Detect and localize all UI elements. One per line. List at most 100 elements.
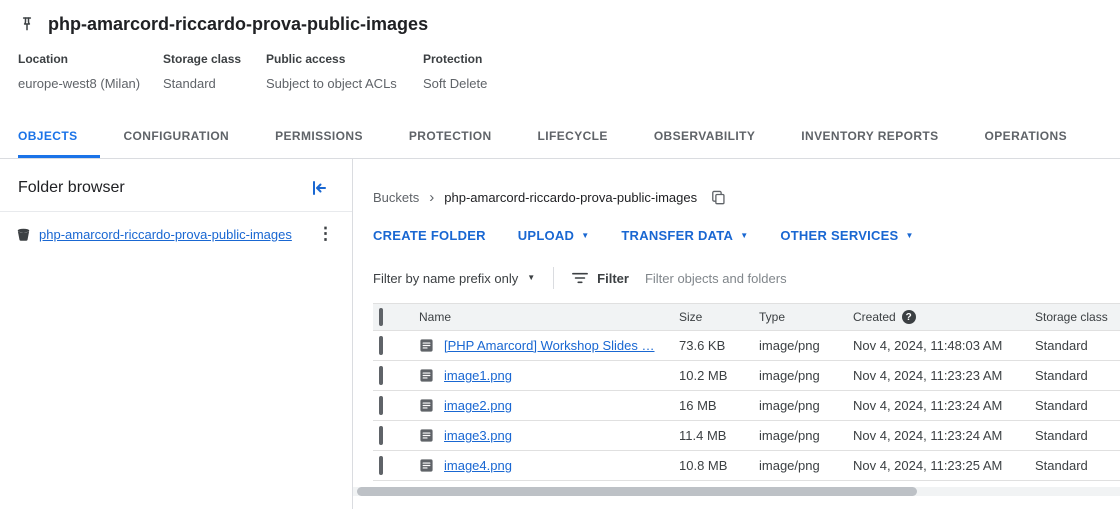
tab-protection[interactable]: PROTECTION <box>386 117 515 158</box>
other-services-label: OTHER SERVICES <box>780 228 898 243</box>
objects-panel: Buckets › php-amarcord-riccardo-prova-pu… <box>353 159 1120 509</box>
select-all-checkbox[interactable] <box>379 308 383 326</box>
breadcrumb: Buckets › php-amarcord-riccardo-prova-pu… <box>373 189 1120 206</box>
object-link[interactable]: [PHP Amarcord] Workshop Slides … <box>444 338 655 353</box>
tab-operations[interactable]: OPERATIONS <box>962 117 1090 158</box>
meta-label: Location <box>18 52 163 66</box>
folder-browser-panel: Folder browser php-amarcor <box>0 159 353 509</box>
column-header-storage-class: Storage class <box>1035 310 1120 324</box>
bucket-details-page: php-amarcord-riccardo-prova-public-image… <box>0 0 1120 509</box>
meta-value: Soft Delete <box>423 76 487 91</box>
bucket-header: php-amarcord-riccardo-prova-public-image… <box>0 0 1120 117</box>
meta-value: europe-west8 (Milan) <box>18 76 163 91</box>
tab-bar: OBJECTS CONFIGURATION PERMISSIONS PROTEC… <box>0 117 1120 159</box>
transfer-data-button[interactable]: TRANSFER DATA ▼ <box>621 228 748 243</box>
transfer-data-label: TRANSFER DATA <box>621 228 733 243</box>
breadcrumb-current: php-amarcord-riccardo-prova-public-image… <box>444 190 697 205</box>
table-row: image2.png 16 MB image/png Nov 4, 2024, … <box>373 391 1120 421</box>
create-folder-label: CREATE FOLDER <box>373 228 486 243</box>
object-link[interactable]: image1.png <box>444 368 512 383</box>
bucket-icon <box>16 227 31 242</box>
horizontal-scrollbar[interactable] <box>353 487 1120 496</box>
filter-scope-dropdown[interactable]: Filter by name prefix only ▼ <box>373 271 535 286</box>
tab-configuration[interactable]: CONFIGURATION <box>100 117 252 158</box>
tab-observability[interactable]: OBSERVABILITY <box>631 117 778 158</box>
object-created: Nov 4, 2024, 11:23:23 AM <box>853 368 1035 383</box>
table-row: image3.png 11.4 MB image/png Nov 4, 2024… <box>373 421 1120 451</box>
table-header-row: Name Size Type Created ? Storage class <box>373 303 1120 331</box>
object-size: 11.4 MB <box>679 428 759 443</box>
horizontal-scrollbar-thumb[interactable] <box>357 487 917 496</box>
upload-button[interactable]: UPLOAD ▼ <box>518 228 590 243</box>
object-file-icon <box>419 398 434 413</box>
row-checkbox[interactable] <box>379 456 383 475</box>
object-created: Nov 4, 2024, 11:23:24 AM <box>853 428 1035 443</box>
object-storage-class: Standard <box>1035 338 1120 353</box>
content-area: Folder browser php-amarcor <box>0 159 1120 509</box>
object-link[interactable]: image3.png <box>444 428 512 443</box>
object-file-icon <box>419 428 434 443</box>
vertical-divider <box>553 267 554 289</box>
column-header-size: Size <box>679 310 759 324</box>
object-storage-class: Standard <box>1035 428 1120 443</box>
object-storage-class: Standard <box>1035 398 1120 413</box>
chevron-down-icon: ▼ <box>527 274 535 282</box>
meta-public-access: Public access Subject to object ACLs <box>266 52 423 91</box>
object-size: 73.6 KB <box>679 338 759 353</box>
chevron-down-icon: ▼ <box>740 232 748 240</box>
table-row: image4.png 10.8 MB image/png Nov 4, 2024… <box>373 451 1120 481</box>
action-bar: CREATE FOLDER UPLOAD ▼ TRANSFER DATA ▼ O… <box>373 228 1120 243</box>
tab-objects[interactable]: OBJECTS <box>18 117 100 158</box>
meta-label: Public access <box>266 52 423 66</box>
meta-protection: Protection Soft Delete <box>423 52 487 91</box>
filter-scope-label: Filter by name prefix only <box>373 271 518 286</box>
object-type: image/png <box>759 338 853 353</box>
row-checkbox[interactable] <box>379 366 383 385</box>
object-storage-class: Standard <box>1035 458 1120 473</box>
chevron-right-icon: › <box>429 189 434 206</box>
bucket-overflow-menu-icon[interactable]: ⋮ <box>313 224 338 244</box>
upload-label: UPLOAD <box>518 228 574 243</box>
help-icon[interactable]: ? <box>902 310 916 324</box>
copy-icon[interactable] <box>711 190 726 205</box>
other-services-button[interactable]: OTHER SERVICES ▼ <box>780 228 913 243</box>
object-size: 10.8 MB <box>679 458 759 473</box>
column-header-name: Name <box>419 310 679 324</box>
chevron-down-icon: ▼ <box>905 232 913 240</box>
table-row: image1.png 10.2 MB image/png Nov 4, 2024… <box>373 361 1120 391</box>
object-link[interactable]: image4.png <box>444 458 512 473</box>
filter-label: Filter <box>597 271 629 286</box>
create-folder-button[interactable]: CREATE FOLDER <box>373 228 486 243</box>
folder-browser-title: Folder browser <box>18 179 125 197</box>
column-header-type: Type <box>759 310 853 324</box>
meta-value: Subject to object ACLs <box>266 76 423 91</box>
tab-inventory-reports[interactable]: INVENTORY REPORTS <box>778 117 961 158</box>
object-created: Nov 4, 2024, 11:23:24 AM <box>853 398 1035 413</box>
bucket-tree-link[interactable]: php-amarcord-riccardo-prova-public-image… <box>39 227 305 242</box>
bucket-tree-item[interactable]: php-amarcord-riccardo-prova-public-image… <box>0 212 352 256</box>
row-checkbox[interactable] <box>379 336 383 355</box>
column-header-created: Created <box>853 310 896 324</box>
object-size: 10.2 MB <box>679 368 759 383</box>
pin-icon <box>18 15 36 33</box>
filter-list-icon <box>572 272 588 284</box>
meta-location: Location europe-west8 (Milan) <box>18 52 163 91</box>
object-size: 16 MB <box>679 398 759 413</box>
filter-input[interactable] <box>643 270 1120 287</box>
breadcrumb-buckets-link[interactable]: Buckets <box>373 190 419 205</box>
chevron-down-icon: ▼ <box>581 232 589 240</box>
row-checkbox[interactable] <box>379 396 383 415</box>
object-type: image/png <box>759 428 853 443</box>
object-file-icon <box>419 338 434 353</box>
row-checkbox[interactable] <box>379 426 383 445</box>
page-title: php-amarcord-riccardo-prova-public-image… <box>48 12 428 36</box>
collapse-sidebar-icon[interactable] <box>310 179 328 197</box>
tab-permissions[interactable]: PERMISSIONS <box>252 117 386 158</box>
object-storage-class: Standard <box>1035 368 1120 383</box>
bucket-meta: Location europe-west8 (Milan) Storage cl… <box>18 52 1102 91</box>
object-type: image/png <box>759 368 853 383</box>
object-file-icon <box>419 368 434 383</box>
object-type: image/png <box>759 458 853 473</box>
object-link[interactable]: image2.png <box>444 398 512 413</box>
tab-lifecycle[interactable]: LIFECYCLE <box>515 117 631 158</box>
